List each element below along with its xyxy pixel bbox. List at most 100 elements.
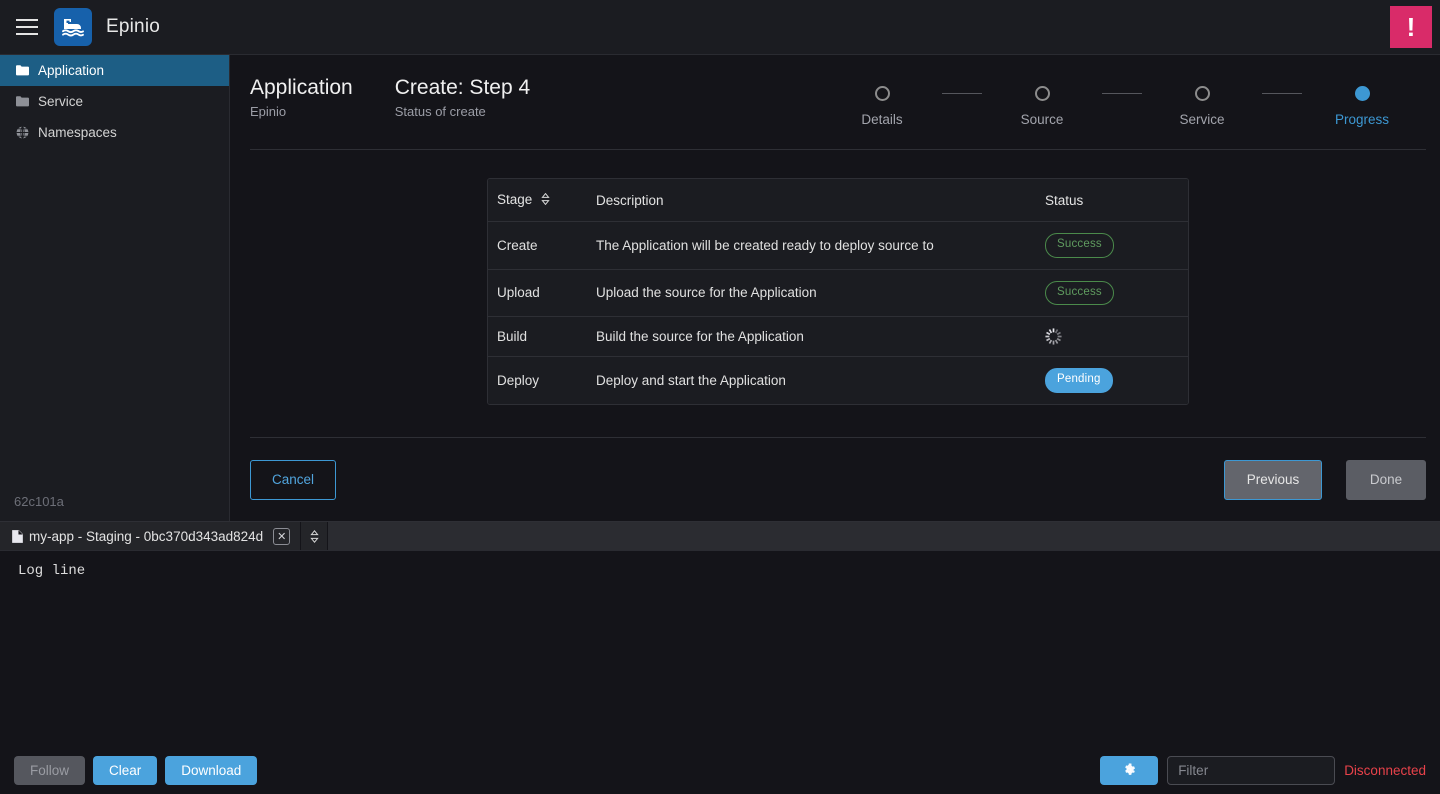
file-icon bbox=[12, 529, 23, 543]
stage-status-table: Stage Description Status Create The Appl… bbox=[488, 179, 1188, 404]
app-root: Epinio ! Application Service Namespaces … bbox=[0, 0, 1440, 794]
hamburger-bar bbox=[16, 19, 38, 21]
log-line: Log line bbox=[18, 563, 86, 579]
page-header-titles: Application Epinio Create: Step 4 Status… bbox=[250, 75, 572, 119]
download-button[interactable]: Download bbox=[165, 755, 258, 785]
stepper-connector bbox=[942, 93, 982, 94]
cell-status: Success bbox=[1036, 269, 1188, 317]
connection-status-label: Disconnected bbox=[1344, 762, 1426, 778]
cell-status: Success bbox=[1036, 221, 1188, 270]
follow-button: Follow bbox=[14, 755, 86, 785]
step-dot-icon bbox=[1354, 86, 1370, 101]
cell-status: Pending bbox=[1036, 356, 1188, 404]
sidebar-item-label: Application bbox=[38, 63, 105, 78]
status-badge: Success bbox=[1045, 233, 1114, 258]
content-area: Stage Description Status Create The Appl… bbox=[250, 150, 1426, 437]
cell-description: The Application will be created ready to… bbox=[592, 221, 1036, 270]
cell-description: Upload the source for the Application bbox=[592, 269, 1036, 317]
hamburger-menu-icon[interactable] bbox=[0, 0, 54, 55]
column-header-stage[interactable]: Stage bbox=[488, 179, 592, 222]
folder-icon bbox=[16, 64, 29, 77]
globe-icon bbox=[16, 126, 29, 139]
wizard-footer: Cancel Previous Done bbox=[250, 438, 1426, 521]
body-row: Application Service Namespaces 62c101a A… bbox=[0, 55, 1440, 521]
clear-button[interactable]: Clear bbox=[93, 755, 158, 785]
cell-stage: Upload bbox=[488, 269, 592, 317]
step-label: Details bbox=[861, 112, 903, 127]
done-button: Done bbox=[1346, 459, 1426, 500]
stepper-connector bbox=[1262, 93, 1302, 94]
stepper-step-source[interactable]: Source bbox=[982, 86, 1102, 127]
brand-name: Epinio bbox=[106, 16, 161, 37]
sidebar: Application Service Namespaces 62c101a bbox=[0, 55, 230, 521]
column-header-label: Description bbox=[596, 192, 664, 208]
sidebar-item-label: Service bbox=[38, 94, 84, 109]
stepper-connector bbox=[1102, 93, 1142, 94]
column-header-status[interactable]: Status bbox=[1036, 179, 1188, 222]
table-row: Create The Application will be created r… bbox=[488, 221, 1188, 270]
hamburger-bar bbox=[16, 26, 38, 28]
alert-exclamation-icon[interactable]: ! bbox=[1390, 6, 1432, 48]
column-header-label: Status bbox=[1045, 192, 1084, 208]
folder-icon bbox=[16, 95, 29, 108]
cell-status bbox=[1036, 316, 1188, 357]
table-body: Create The Application will be created r… bbox=[488, 221, 1188, 404]
column-header-description[interactable]: Description bbox=[592, 179, 1036, 222]
table-header-row: Stage Description Status bbox=[488, 179, 1188, 222]
log-tab-filler bbox=[328, 522, 1440, 550]
close-icon[interactable]: ✕ bbox=[273, 527, 291, 545]
sidebar-item-application[interactable]: Application bbox=[0, 55, 229, 86]
cell-description: Build the source for the Application bbox=[592, 316, 1036, 357]
toolbar-right: Disconnected bbox=[1100, 755, 1430, 785]
footer-right-actions: Previous Done bbox=[1224, 459, 1426, 500]
status-badge: Pending bbox=[1045, 368, 1113, 393]
table-row: Deploy Deploy and start the Application … bbox=[488, 356, 1188, 404]
close-symbol: ✕ bbox=[277, 530, 287, 543]
step-subtitle: Status of create bbox=[394, 104, 486, 119]
table-row: Upload Upload the source for the Applica… bbox=[488, 269, 1188, 317]
step-dot-icon bbox=[1194, 86, 1210, 101]
step-dot-icon bbox=[1034, 86, 1050, 101]
top-header: Epinio ! bbox=[0, 0, 1440, 55]
sidebar-item-namespaces[interactable]: Namespaces bbox=[0, 117, 229, 148]
main-content: Application Epinio Create: Step 4 Status… bbox=[230, 55, 1440, 521]
epinio-ship-logo-icon[interactable] bbox=[54, 8, 92, 46]
cell-stage: Create bbox=[488, 221, 592, 270]
log-tab-label: my-app - Staging - 0bc370d343ad824d bbox=[29, 528, 264, 544]
stepper-step-details[interactable]: Details bbox=[822, 86, 942, 127]
previous-button[interactable]: Previous bbox=[1224, 459, 1322, 500]
filter-input[interactable] bbox=[1167, 755, 1336, 785]
step-label: Progress bbox=[1334, 112, 1390, 127]
progress-table: Stage Description Status Create The Appl… bbox=[487, 178, 1189, 405]
sort-chevron-icon[interactable] bbox=[541, 192, 550, 208]
step-label: Service bbox=[1179, 112, 1225, 127]
step-label: Source bbox=[1020, 112, 1064, 127]
sidebar-item-service[interactable]: Service bbox=[0, 86, 229, 117]
table-row: Build Build the source for the Applicati… bbox=[488, 316, 1188, 357]
cancel-button[interactable]: Cancel bbox=[250, 459, 336, 500]
status-badge: Success bbox=[1045, 280, 1114, 305]
log-output[interactable]: Log line bbox=[0, 551, 1440, 745]
sidebar-item-label: Namespaces bbox=[38, 125, 117, 140]
column-header-label: Stage bbox=[497, 192, 533, 207]
version-label: 62c101a bbox=[14, 494, 64, 509]
stepper-step-progress[interactable]: Progress bbox=[1302, 86, 1422, 127]
log-tab-bar: my-app - Staging - 0bc370d343ad824d ✕ bbox=[0, 522, 1440, 551]
log-tab[interactable]: my-app - Staging - 0bc370d343ad824d ✕ bbox=[0, 522, 302, 550]
log-panel: my-app - Staging - 0bc370d343ad824d ✕ Lo… bbox=[0, 521, 1440, 745]
log-toolbar: Follow Clear Download Disconnected bbox=[0, 745, 1440, 794]
step-title: Create: Step 4 bbox=[394, 76, 531, 99]
stepper-step-service[interactable]: Service bbox=[1142, 86, 1262, 127]
wizard-stepper: Details Source Service Progress bbox=[822, 75, 1426, 127]
loading-spinner-icon bbox=[1045, 328, 1062, 345]
hamburger-bar bbox=[16, 33, 38, 35]
step-title-block: Create: Step 4 Status of create bbox=[395, 75, 530, 119]
page-header: Application Epinio Create: Step 4 Status… bbox=[250, 55, 1426, 127]
chevron-up-down-icon[interactable] bbox=[301, 522, 329, 550]
page-title-block: Application Epinio bbox=[250, 75, 353, 119]
table-head: Stage Description Status bbox=[488, 179, 1188, 222]
cell-stage: Deploy bbox=[488, 356, 592, 404]
page-subtitle: Epinio bbox=[250, 104, 287, 119]
step-dot-icon bbox=[874, 86, 890, 101]
gear-icon[interactable] bbox=[1100, 755, 1159, 785]
